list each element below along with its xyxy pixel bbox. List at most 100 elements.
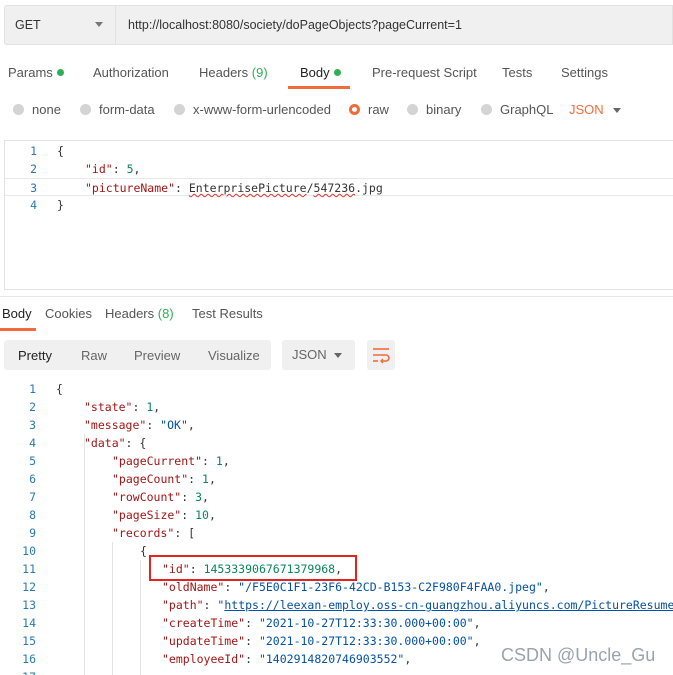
path-link[interactable]: https://leexan-employ.oss-cn-guangzhou.a…	[224, 598, 673, 612]
chevron-down-icon	[613, 108, 621, 113]
json-value: /	[306, 181, 314, 195]
tab-pre-request-script[interactable]: Pre-request Script	[372, 65, 477, 80]
radio-form-data[interactable]: form-data	[80, 102, 155, 117]
tab-params[interactable]: Params	[8, 65, 64, 80]
radio-circle-icon	[481, 104, 492, 115]
request-url-bar: GET http://localhost:8080/society/doPage…	[4, 5, 673, 45]
chevron-down-icon	[95, 22, 103, 27]
code-line: 9 "records": [	[4, 524, 673, 542]
tab-test-results[interactable]: Test Results	[192, 306, 263, 321]
tab-body[interactable]: Body	[300, 65, 341, 80]
json-value: 3	[195, 490, 203, 504]
json-key: "pictureName"	[85, 181, 176, 195]
radio-circle-icon	[174, 104, 185, 115]
json-key: "oldName"	[162, 580, 225, 594]
code-line: 3 "pictureName": EnterprisePicture/547236…	[5, 178, 673, 196]
code-text: }	[57, 198, 64, 212]
tab-authorization[interactable]: Authorization	[93, 65, 169, 80]
view-preview-button[interactable]: Preview	[134, 348, 180, 363]
view-visualize-button[interactable]: Visualize	[208, 348, 260, 363]
response-body-viewer: 1 { 2 "state": 1, 3 "message": "OK", 4 "data…	[4, 380, 673, 675]
tab-response-headers[interactable]: Headers (8)	[105, 306, 174, 321]
active-tab-indicator	[288, 86, 350, 89]
json-value: 547236	[313, 181, 356, 195]
wrap-lines-button[interactable]	[367, 340, 395, 370]
line-number: 1	[30, 144, 37, 158]
code-line: 2 "id": 5,	[5, 160, 673, 178]
code-text: "pictureName": EnterprisePicture/547236.…	[85, 181, 383, 195]
highlight-annotation-box	[149, 555, 357, 581]
radio-label: form-data	[99, 102, 155, 117]
wrap-lines-icon	[373, 348, 390, 364]
radio-label: x-www-form-urlencoded	[193, 102, 331, 117]
json-value: "2021-10-27T12:33:30.000+00:00"	[258, 616, 474, 630]
divider	[0, 296, 673, 297]
line-number: 4	[29, 436, 36, 450]
line-number: 10	[22, 544, 36, 558]
code-text: "id": 5,	[85, 162, 141, 176]
code-text: "pageCurrent": 1,	[112, 454, 230, 468]
line-number: 9	[29, 526, 36, 540]
tab-label: Headers	[105, 306, 155, 321]
line-number: 2	[29, 400, 36, 414]
code-text: {	[56, 382, 63, 396]
json-key: "pageCurrent"	[112, 454, 203, 468]
json-key: "records"	[112, 526, 175, 540]
tab-body-label: Body	[300, 65, 330, 80]
code-line: 7 "rowCount": 3,	[4, 488, 673, 506]
line-number: 2	[30, 162, 37, 176]
request-body-editor[interactable]: 1 { 2 "id": 5, 3 "pictureName": EnterpriseP…	[4, 140, 673, 290]
code-line: 6 "pageCount": 1,	[4, 470, 673, 488]
json-value: 1	[202, 472, 209, 486]
line-number: 8	[29, 508, 36, 522]
tab-headers[interactable]: Headers (9)	[199, 65, 268, 80]
tab-response-body[interactable]: Body	[2, 306, 32, 321]
radio-circle-icon	[13, 104, 24, 115]
code-text: "message": "OK",	[84, 418, 195, 432]
raw-format-select[interactable]: JSON	[569, 102, 621, 117]
view-pretty-button[interactable]: Pretty	[18, 348, 52, 363]
response-format-select[interactable]: JSON	[282, 340, 355, 370]
raw-format-label: JSON	[569, 102, 604, 117]
code-line: 8 "pageSize": 10,	[4, 506, 673, 524]
code-line: 2 "state": 1,	[4, 398, 673, 416]
line-number: 16	[22, 652, 36, 666]
headers-count: (8)	[157, 306, 174, 321]
url-input[interactable]: http://localhost:8080/society/doPageObje…	[116, 5, 673, 45]
radio-binary[interactable]: binary	[407, 102, 461, 117]
radio-label: raw	[368, 102, 389, 117]
code-line: 14 "createTime": "2021-10-27T12:33:30.000…	[4, 614, 673, 632]
json-value: .jpg	[355, 181, 383, 195]
code-text: "pageCount": 1,	[112, 472, 216, 486]
code-line: 17	[4, 668, 673, 675]
json-value: EnterprisePicture	[188, 181, 307, 195]
view-mode-group: Pretty Raw Preview Visualize	[4, 340, 271, 370]
code-text: {	[57, 144, 64, 158]
json-value: "/F5E0C1F1-23F6-42CD-B153-C2F980F4FAA0.j…	[238, 580, 543, 594]
tab-params-label: Params	[8, 65, 53, 80]
tab-tests[interactable]: Tests	[502, 65, 532, 80]
radio-raw[interactable]: raw	[349, 102, 389, 117]
json-value: 5	[126, 162, 134, 176]
radio-label: GraphQL	[500, 102, 554, 117]
code-text: "state": 1,	[84, 400, 161, 414]
radio-none[interactable]: none	[13, 102, 61, 117]
tab-settings[interactable]: Settings	[561, 65, 608, 80]
radio-urlencoded[interactable]: x-www-form-urlencoded	[174, 102, 331, 117]
json-value: 10	[195, 508, 209, 522]
json-key: "path"	[162, 598, 204, 612]
radio-label: binary	[426, 102, 462, 117]
radio-label: none	[32, 102, 61, 117]
code-line: 4 "data": {	[4, 434, 673, 452]
view-raw-button[interactable]: Raw	[81, 348, 107, 363]
json-key: "employeeId"	[162, 652, 246, 666]
status-dot-icon	[56, 69, 64, 76]
line-number: 5	[29, 454, 36, 468]
code-text: "createTime": "2021-10-27T12:33:30.000+0…	[162, 616, 481, 630]
line-number: 15	[22, 634, 36, 648]
radio-selected-icon	[349, 104, 360, 115]
tab-cookies[interactable]: Cookies	[45, 306, 92, 321]
method-select[interactable]: GET	[4, 5, 116, 45]
headers-count: (9)	[251, 65, 268, 80]
radio-graphql[interactable]: GraphQL	[481, 102, 553, 117]
